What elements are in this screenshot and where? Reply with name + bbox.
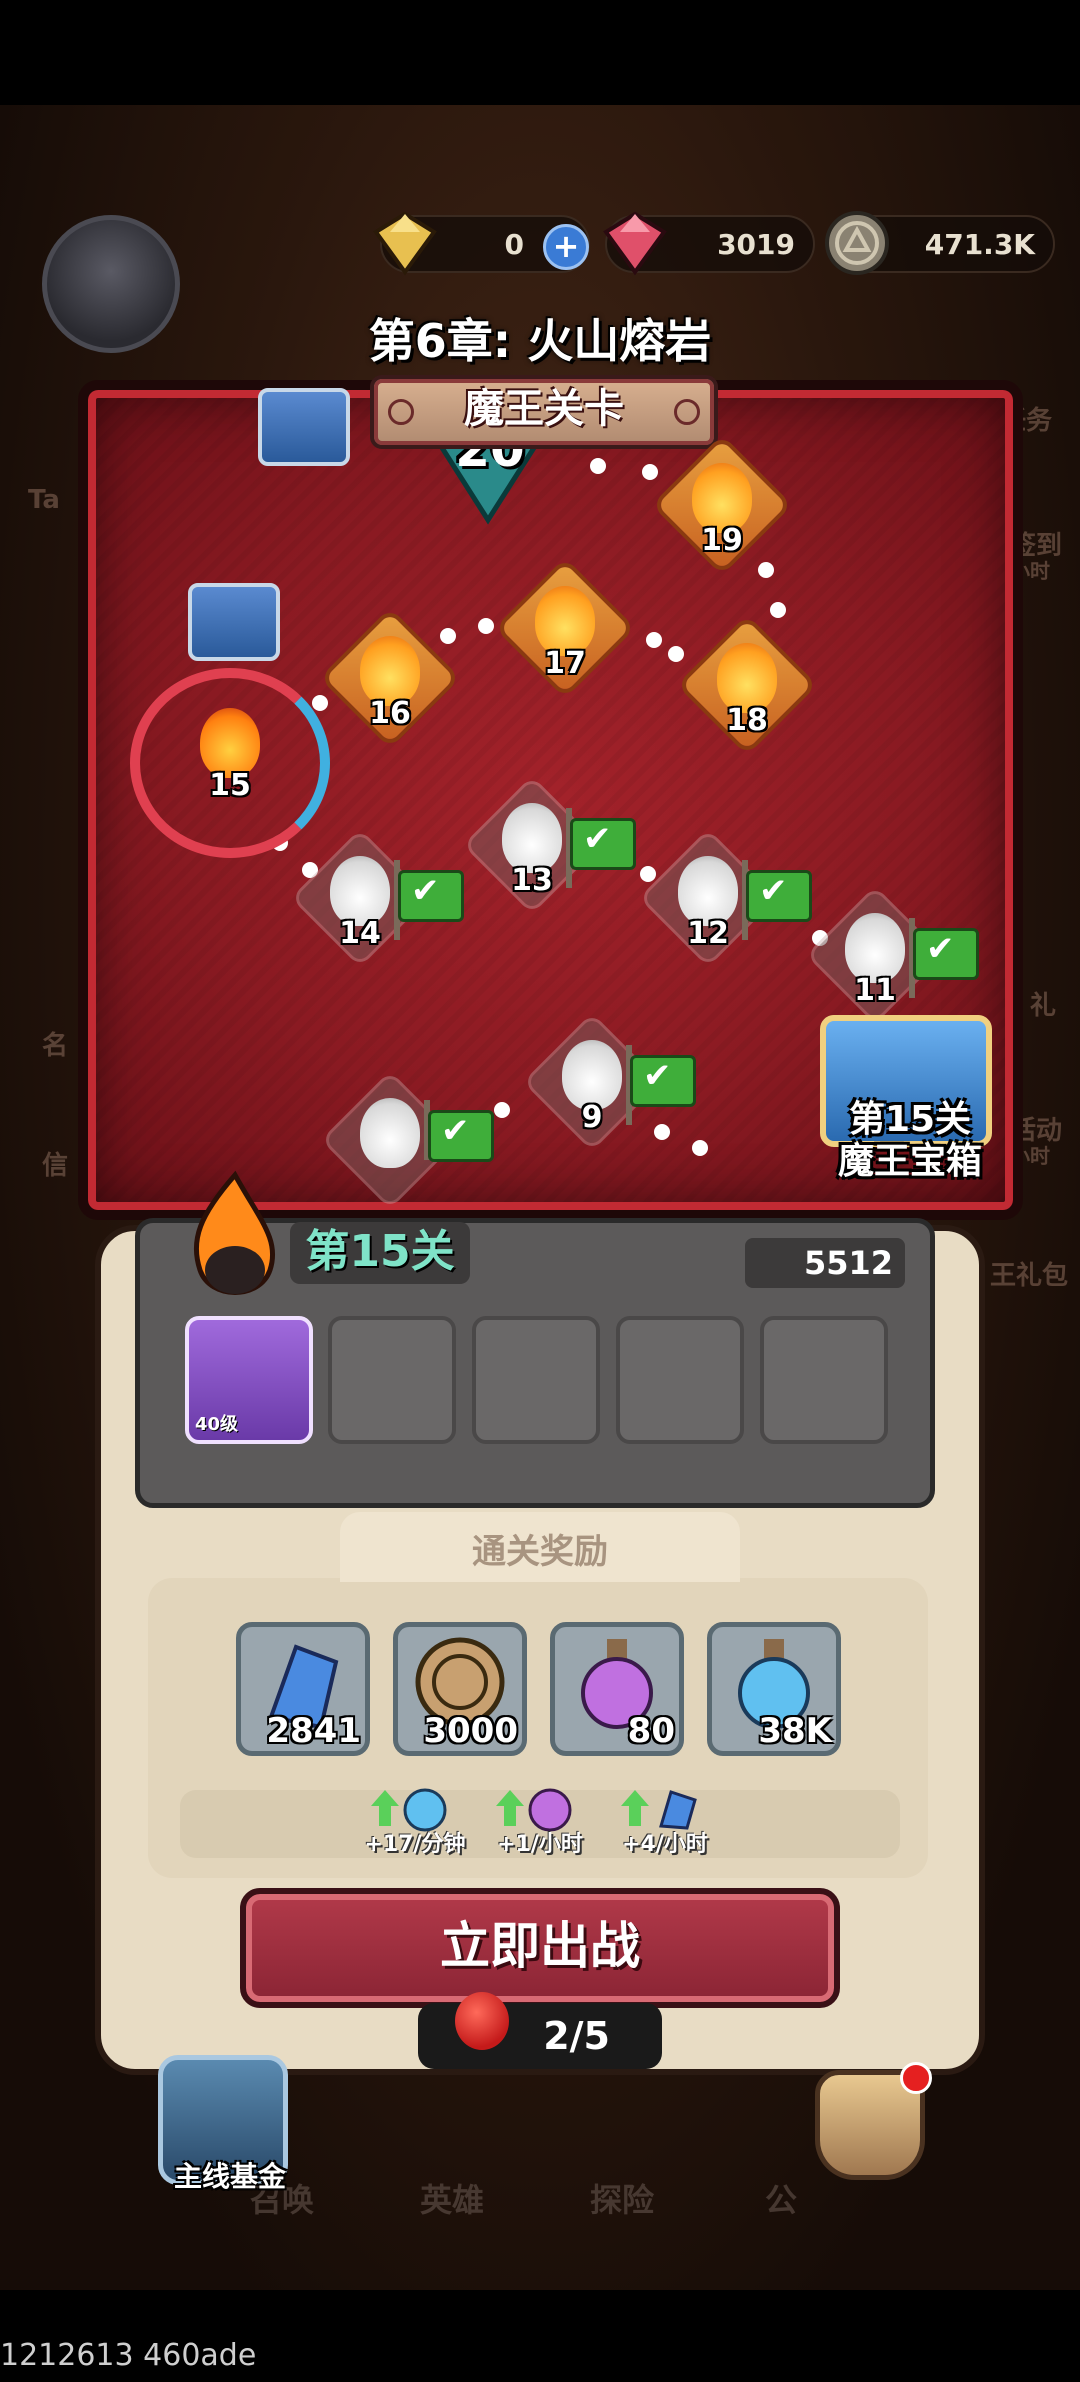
reward-title: 通关奖励 xyxy=(340,1512,740,1582)
path-dot xyxy=(642,464,658,480)
reward-coin[interactable]: 3000 xyxy=(393,1622,527,1756)
red-gem-icon xyxy=(603,211,667,276)
stage-title: 第15关 xyxy=(290,1222,470,1284)
hero-slot-5[interactable] xyxy=(760,1316,888,1444)
nav-heroes[interactable]: 英雄 xyxy=(420,2175,484,2221)
path-dot xyxy=(478,618,494,634)
cleared-flag-icon xyxy=(428,1110,494,1162)
reward-value: 38K xyxy=(758,1711,832,1751)
side-menu-boss-pack[interactable]: 王礼包 xyxy=(990,1255,1068,1292)
reward-purple-potion[interactable]: 80 xyxy=(550,1622,684,1756)
coins-value: 471.3K xyxy=(924,227,1035,261)
reward-value: 2841 xyxy=(266,1711,361,1751)
crystal-icon xyxy=(621,1790,697,1830)
rate-label: +17/分钟 xyxy=(364,1832,466,1857)
cleared-flag-icon xyxy=(570,818,636,870)
ghost-monster-icon xyxy=(360,1098,420,1168)
rate-crystal: +4/小时 xyxy=(615,1782,715,1857)
rate-purple-potion: +1/小时 xyxy=(490,1782,590,1857)
path-dot xyxy=(654,1124,670,1140)
gems-value: 3019 xyxy=(717,227,795,261)
blue-potion-icon xyxy=(371,1788,447,1832)
nav-explore[interactable]: 探险 xyxy=(590,2175,654,2221)
coin-icon xyxy=(825,211,889,275)
device-id: 1212613 460ade xyxy=(0,2338,257,2373)
path-dot xyxy=(646,632,662,648)
hero-slot-4[interactable] xyxy=(616,1316,744,1444)
team-power: 5512 xyxy=(745,1238,905,1288)
side-menu-left-1[interactable]: Ta xyxy=(28,485,60,515)
battle-now-button[interactable]: 立即出战 xyxy=(240,1888,840,2008)
rate-blue-potion: +17/分钟 xyxy=(364,1782,466,1857)
stage-node-19[interactable]: 19 xyxy=(656,439,788,571)
boss-chest-label-line2: 魔王宝箱 xyxy=(837,1141,982,1182)
side-menu-left-3[interactable]: 信 xyxy=(42,1145,68,1182)
stage-flame-icon xyxy=(193,1170,276,1295)
side-menu-left-2[interactable]: 名 xyxy=(42,1025,68,1062)
cleared-flag-icon xyxy=(398,870,464,922)
apple-stamina-icon xyxy=(455,1992,509,2050)
hero-slot-2[interactable] xyxy=(328,1316,456,1444)
side-menu-gift[interactable]: 礼 xyxy=(1030,985,1056,1022)
add-premium-currency-button[interactable]: + xyxy=(543,224,589,270)
mainline-fund-label[interactable]: 主线基金 xyxy=(150,2155,310,2195)
path-dot xyxy=(494,1102,510,1118)
boss-chest-label-line1: 第15关 xyxy=(848,1099,972,1140)
boss-stage-banner: 魔王关卡 xyxy=(370,375,718,449)
stage-node-16[interactable]: 16 xyxy=(324,612,456,744)
path-dot xyxy=(668,646,684,662)
reward-blue-potion[interactable]: 38K xyxy=(707,1622,841,1756)
reward-value: 3000 xyxy=(423,1711,518,1751)
rate-label: +1/小时 xyxy=(497,1832,583,1857)
premium-currency-value: 0 xyxy=(504,227,524,261)
map-chest-icon[interactable] xyxy=(258,388,350,466)
cleared-flag-icon xyxy=(630,1055,696,1107)
team-power-value: 5512 xyxy=(803,1244,893,1282)
yellow-gem-icon xyxy=(373,211,437,276)
cleared-flag-icon xyxy=(913,928,979,980)
hero-level: 40级 xyxy=(195,1414,239,1435)
stage-node-15-current[interactable]: 15 xyxy=(170,690,290,810)
chapter-title: 第6章: 火山熔岩 xyxy=(368,314,712,368)
path-dot xyxy=(770,602,786,618)
stage-node-17[interactable]: 17 xyxy=(499,562,631,694)
hero-slot-1[interactable]: 40级 xyxy=(185,1316,313,1444)
rate-label: +4/小时 xyxy=(622,1832,708,1857)
path-dot xyxy=(590,458,606,474)
notification-dot xyxy=(900,2062,932,2094)
status-bar-area xyxy=(0,0,1080,105)
map-chest-icon[interactable] xyxy=(188,583,280,661)
reward-value: 80 xyxy=(627,1711,675,1751)
stamina-counter: 2/5 xyxy=(418,2003,662,2069)
purple-potion-icon xyxy=(496,1788,572,1832)
nav-guild[interactable]: 公 xyxy=(765,2175,797,2221)
path-dot xyxy=(692,1140,708,1156)
cleared-flag-icon xyxy=(746,870,812,922)
stamina-value: 2/5 xyxy=(543,2014,610,2058)
path-dot xyxy=(312,695,328,711)
stage-node-18[interactable]: 18 xyxy=(681,619,813,751)
hero-slot-3[interactable] xyxy=(472,1316,600,1444)
reward-crystal[interactable]: 2841 xyxy=(236,1622,370,1756)
